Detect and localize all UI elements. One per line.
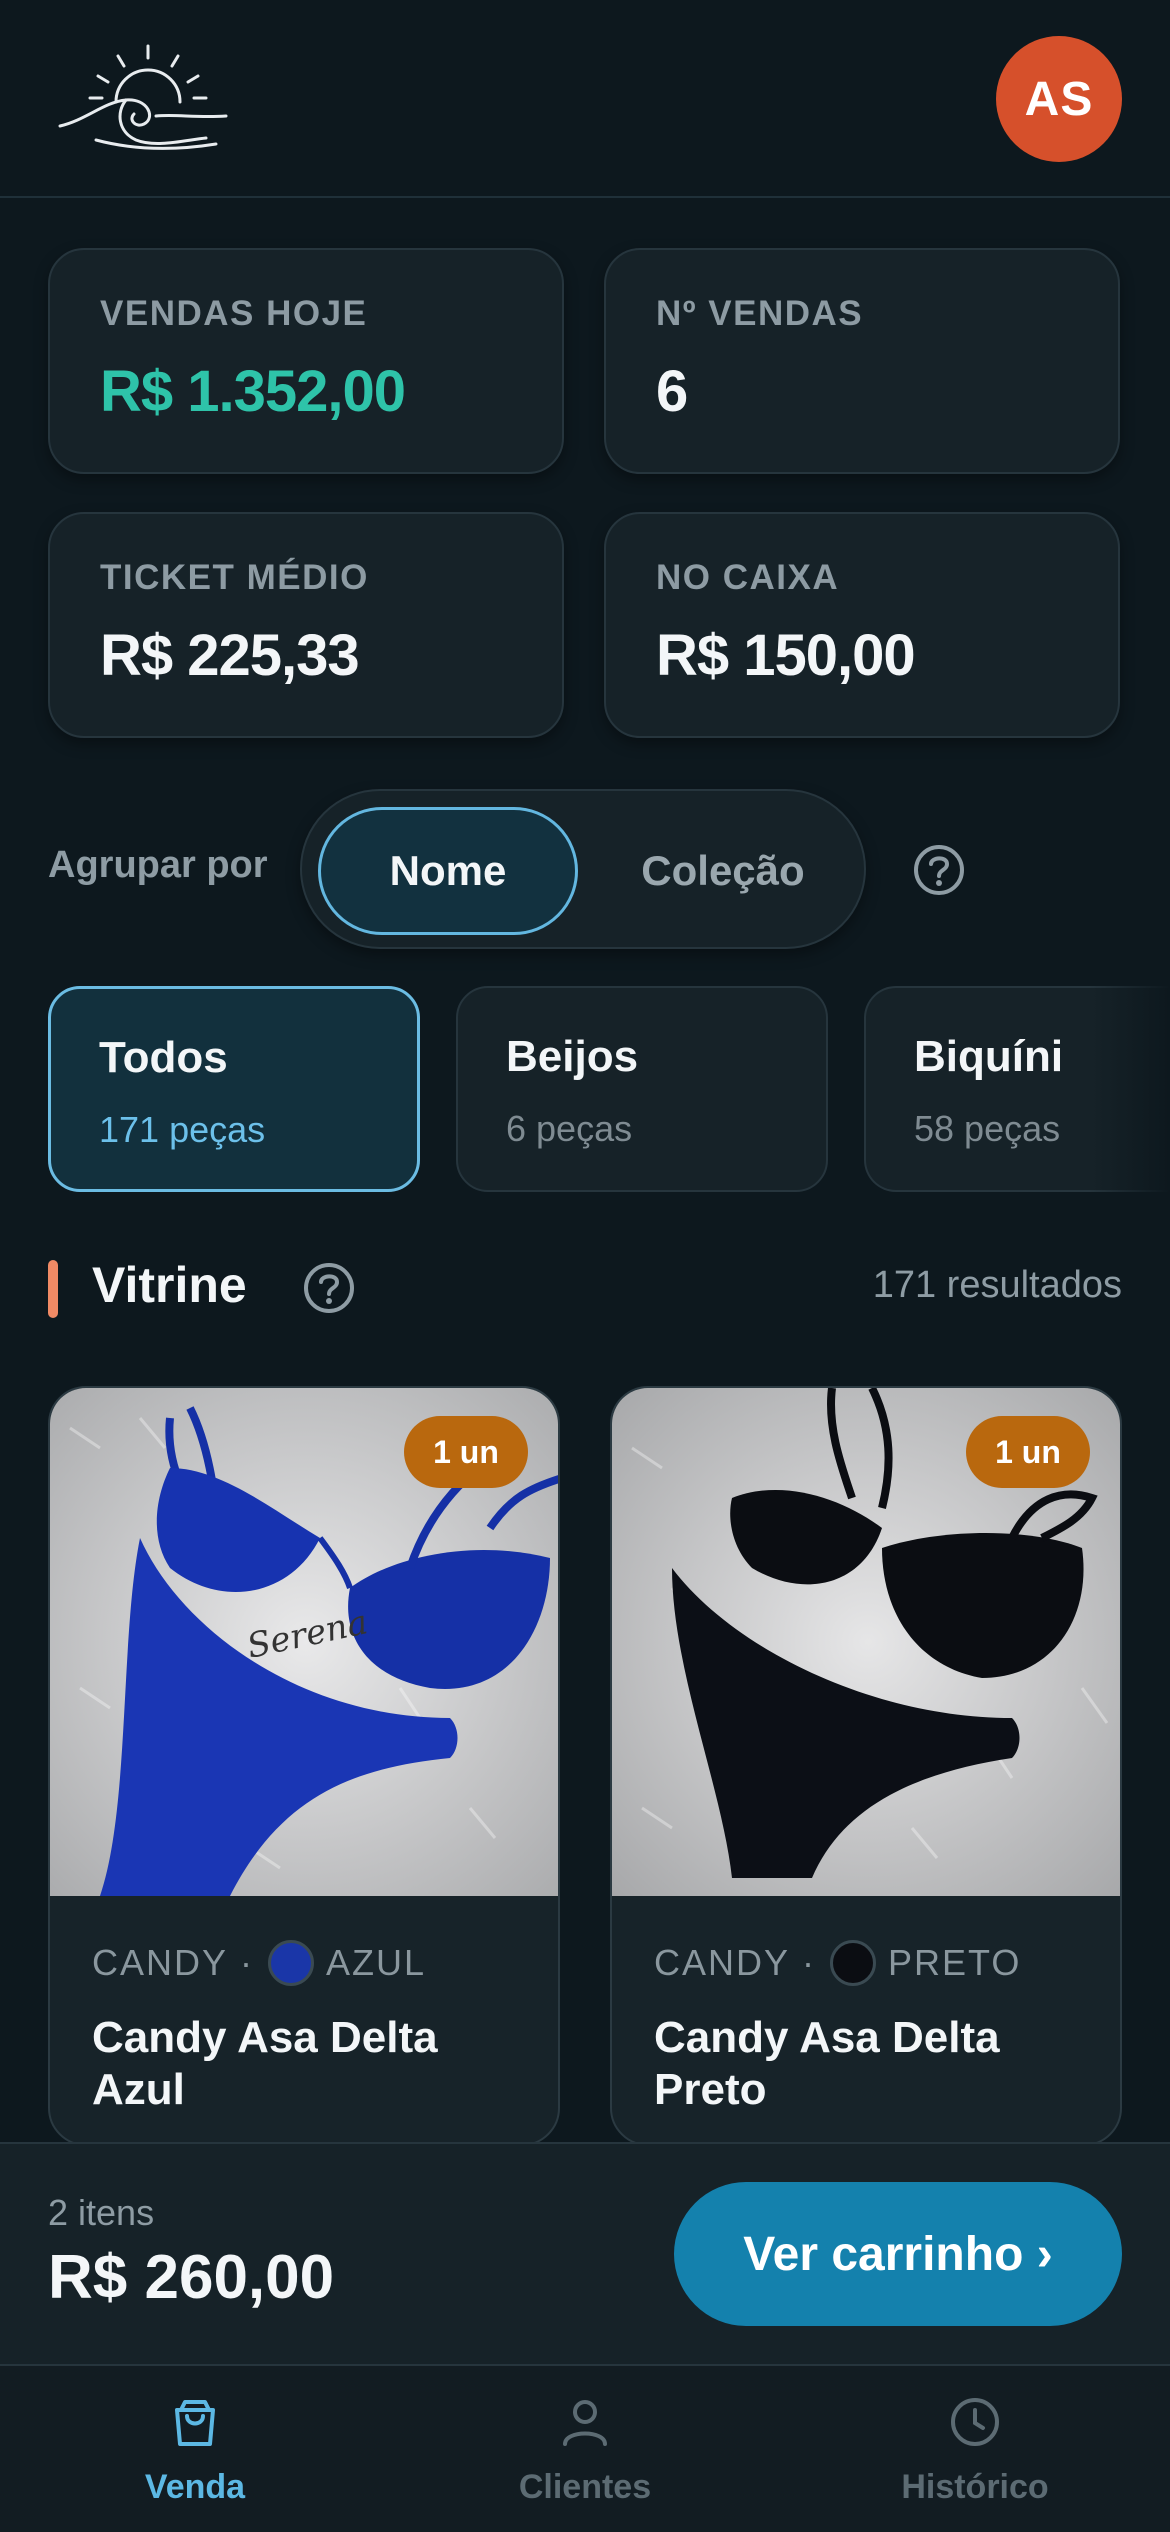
nav-item-historico[interactable]: Histórico [780, 2366, 1170, 2532]
collection-chip-todos[interactable]: Todos 171 peças [48, 986, 420, 1192]
nav-label: Histórico [901, 2468, 1049, 2506]
section-title: Vitrine [92, 1257, 247, 1313]
product-collection: CANDY [92, 1942, 229, 1983]
stat-label: TICKET MÉDIO [100, 558, 369, 597]
user-avatar[interactable]: AS [996, 36, 1122, 162]
color-swatch-icon [268, 1940, 315, 1986]
group-by-collection-button[interactable]: Coleção [598, 807, 848, 935]
stat-value: R$ 150,00 [656, 623, 916, 688]
sun-wave-logo-icon [58, 44, 228, 150]
nav-item-venda[interactable]: Venda [0, 2366, 390, 2532]
bottom-nav: Venda Clientes Histórico [0, 2364, 1170, 2532]
stat-card-no-caixa: NO CAIXA R$ 150,00 [604, 512, 1120, 738]
chip-name: Todos [99, 1033, 228, 1082]
nav-label: Venda [144, 2468, 246, 2506]
stat-value: R$ 225,33 [100, 623, 360, 688]
product-meta: CANDY · PRETO [654, 1940, 1021, 1986]
cart-item-count: 2 itens [48, 2192, 155, 2233]
stat-label: VENDAS HOJE [100, 294, 368, 333]
product-card[interactable]: Serena 1 un CANDY · AZUL Candy Asa Delta… [48, 1386, 560, 2146]
chip-name: Biquíni [914, 1032, 1064, 1081]
view-cart-button[interactable]: Ver carrinho › [674, 2182, 1122, 2326]
stat-label: Nº VENDAS [656, 294, 864, 333]
stat-card-ticket-medio: TICKET MÉDIO R$ 225,33 [48, 512, 564, 738]
chip-count: 58 peças [914, 1108, 1061, 1149]
product-color: AZUL [326, 1942, 427, 1983]
collection-chip-beijos[interactable]: Beijos 6 peças [456, 986, 828, 1192]
stock-badge: 1 un [966, 1416, 1090, 1488]
stock-badge: 1 un [404, 1416, 528, 1488]
group-by-toggle: Nome Coleção [300, 789, 866, 949]
product-meta: CANDY · AZUL [92, 1940, 426, 1986]
chips-scroll-fade [1090, 980, 1170, 1200]
help-icon[interactable] [912, 843, 966, 897]
chip-count: 171 peças [99, 1109, 266, 1150]
stat-value: R$ 1.352,00 [100, 359, 406, 424]
chip-count: 6 peças [506, 1108, 633, 1149]
product-title: Candy Asa Delta Preto [654, 2013, 1000, 2114]
product-collection: CANDY [654, 1942, 791, 1983]
group-by-label: Agrupar por [48, 844, 268, 886]
nav-item-clientes[interactable]: Clientes [390, 2366, 780, 2532]
stat-label: NO CAIXA [656, 558, 840, 597]
results-count: 171 resultados [872, 1264, 1122, 1306]
product-title: Candy Asa Delta Azul [92, 2013, 438, 2114]
chip-name: Beijos [506, 1032, 639, 1081]
product-color: PRETO [888, 1942, 1022, 1983]
meta-separator: · [802, 1942, 817, 1983]
cart-total: R$ 260,00 [48, 2243, 335, 2312]
nav-label: Clientes [518, 2468, 652, 2506]
meta-separator: · [240, 1942, 255, 1983]
user-icon [563, 2400, 607, 2446]
bag-icon [175, 2400, 215, 2446]
product-card[interactable]: 1 un CANDY · PRETO Candy Asa Delta Preto [610, 1386, 1122, 2146]
stat-card-num-vendas: Nº VENDAS 6 [604, 248, 1120, 474]
clock-icon [951, 2398, 999, 2446]
stat-card-vendas-hoje: VENDAS HOJE R$ 1.352,00 [48, 248, 564, 474]
help-icon[interactable] [302, 1261, 356, 1315]
cart-summary-bar: 2 itens R$ 260,00 Ver carrinho › [0, 2142, 1170, 2364]
group-by-name-button[interactable]: Nome [318, 807, 578, 935]
stat-value: 6 [656, 359, 688, 424]
app-header: AS [0, 0, 1170, 198]
section-accent-bar [48, 1260, 58, 1318]
color-swatch-icon [830, 1940, 877, 1986]
